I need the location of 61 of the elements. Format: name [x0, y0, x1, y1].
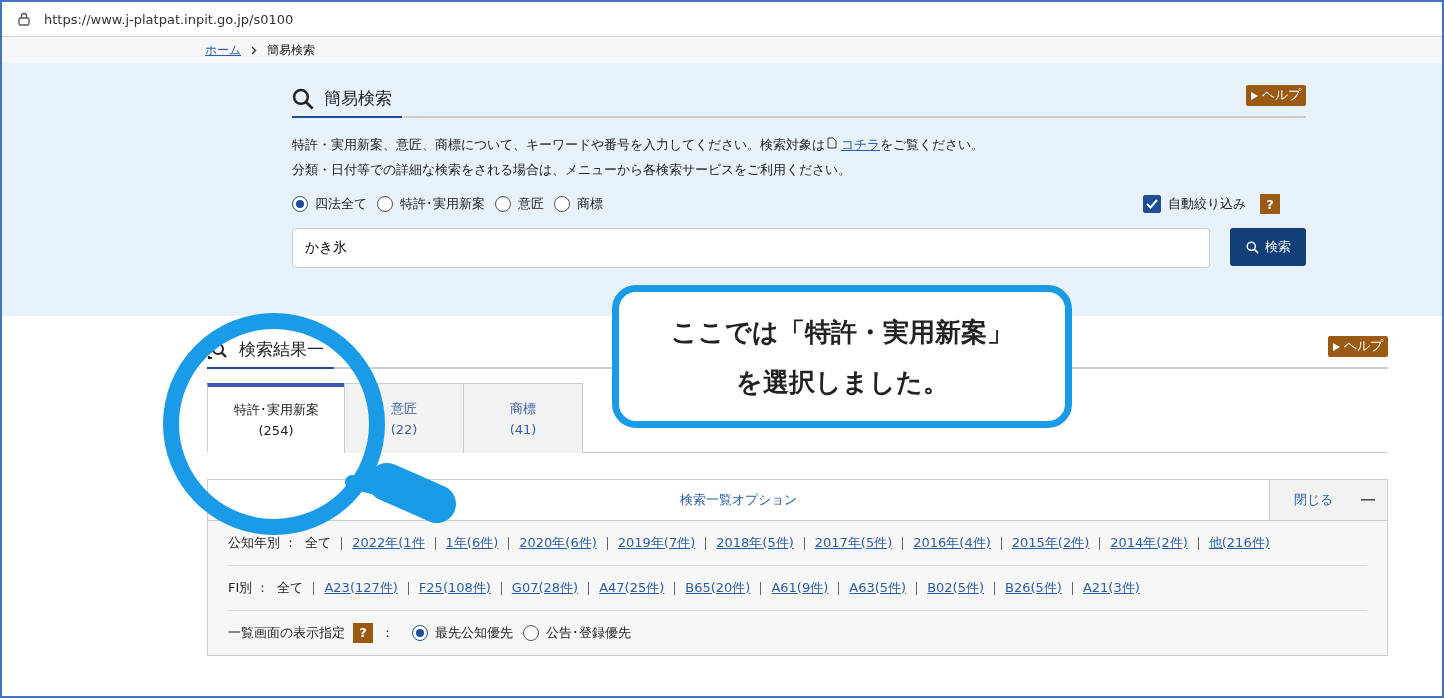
search-field[interactable]: かき氷 — [292, 228, 1210, 268]
result-tab[interactable]: 商標 (41) — [463, 383, 583, 453]
filter-link[interactable]: A21(3件) — [1082, 576, 1140, 600]
filter-link[interactable]: B02(5件) — [927, 576, 985, 600]
help-badge[interactable]: ? — [1260, 194, 1280, 214]
filter-link[interactable]: A47(25件) — [599, 576, 665, 600]
link[interactable]: コチラ — [841, 137, 880, 152]
filter-link[interactable]: G07(28件) — [511, 576, 579, 600]
options-title: 検索一覧オプション — [679, 491, 798, 509]
help-button[interactable]: ヘルプ — [1246, 85, 1306, 106]
display-radio[interactable]: 最先公知優先 — [412, 621, 513, 645]
section-title: 検索結果一 — [207, 338, 334, 369]
filter-link[interactable]: A23(127件) — [324, 576, 398, 600]
close-button[interactable]: 閉じる — [1269, 480, 1387, 520]
filter-link[interactable]: F25(108件) — [418, 576, 491, 600]
display-radio[interactable]: 公告･登録優先 — [523, 621, 631, 645]
target-radio[interactable]: 特許･実用新案 — [377, 195, 485, 213]
display-label: 一覧画面の表示指定 — [228, 624, 345, 642]
filter-link[interactable]: 2018年(5件) — [716, 531, 794, 555]
filter-link[interactable]: B65(20件) — [685, 576, 751, 600]
filter-link[interactable]: 2020年(6件) — [519, 531, 597, 555]
instruction-text: 特許・実用新案、意匠、商標について、キーワードや番号を入力してください。検索対象は コチラ をご覧ください。 — [292, 136, 985, 154]
result-tab[interactable]: 特許･実用新案 (254) — [207, 383, 345, 453]
chevron-icon — [251, 45, 257, 55]
search-icon — [292, 87, 314, 110]
filter-label: 公知年別 ： — [228, 534, 298, 552]
check-icon — [1146, 199, 1158, 209]
filter-link[interactable]: A63(5件) — [849, 576, 907, 600]
current-page-text: 簡易検索 — [267, 41, 315, 59]
filter-link[interactable]: 2014年(2件) — [1110, 531, 1188, 555]
callout-text: ここでは「特許・実用新案」 を選択しました。 — [671, 315, 1013, 399]
filter-link[interactable]: 2015年(2件) — [1011, 531, 1090, 555]
section-title: 簡易検索 — [292, 87, 402, 118]
search-button[interactable]: 検索 — [1230, 228, 1306, 266]
lock-icon — [18, 12, 30, 26]
filter-link[interactable]: 2016年(4件) — [913, 531, 991, 555]
breadcrumb-link[interactable]: ホーム — [205, 41, 241, 59]
target-radio[interactable]: 商標 — [554, 195, 603, 213]
filter-link[interactable]: 2017年(5件) — [814, 531, 893, 555]
filter-all: 全て — [305, 534, 332, 552]
help-badge[interactable]: ? — [353, 623, 373, 643]
instruction-text: 分類・日付等での詳細な検索をされる場合は、メニューから各検索サービスをご利用ください。 — [292, 161, 852, 179]
filter-link[interactable]: B26(5件) — [1005, 576, 1062, 600]
triangle-icon — [1251, 91, 1258, 100]
target-radio[interactable]: 四法全て — [292, 195, 367, 213]
filter-link[interactable]: 他(216件) — [1208, 531, 1270, 555]
target-radio[interactable]: 意匠 — [495, 195, 544, 213]
search-icon — [1245, 240, 1259, 254]
auto-filter-checkbox[interactable]: 自動絞り込み — [1143, 195, 1246, 213]
filter-link[interactable]: 2019年(7件) — [617, 531, 696, 555]
triangle-icon — [1333, 342, 1340, 351]
filter-link[interactable]: A61(9件) — [771, 576, 829, 600]
filter-link[interactable]: 2022年(1件 — [352, 531, 425, 555]
document-icon — [827, 137, 837, 149]
colon: ： — [381, 624, 394, 642]
help-button[interactable]: ヘルプ — [1328, 336, 1388, 357]
filter-link[interactable]: 1年(6件) — [445, 531, 499, 555]
url-text[interactable]: https://www.j-platpat.inpit.go.jp/s0100 — [44, 11, 294, 27]
minus-icon — [1361, 499, 1375, 501]
filter-all: 全て — [277, 579, 304, 597]
filter-label: FI別 ： — [228, 579, 270, 597]
